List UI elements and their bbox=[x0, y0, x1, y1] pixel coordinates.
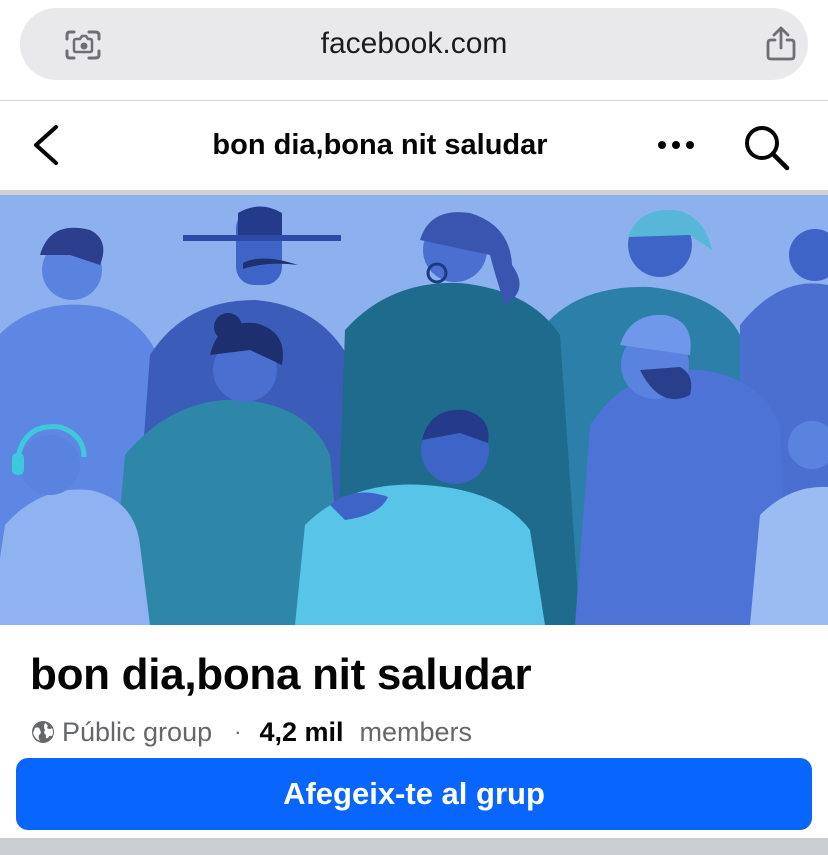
url-field[interactable]: facebook.com bbox=[20, 8, 808, 80]
browser-address-bar: facebook.com bbox=[0, 0, 828, 100]
members-label: members bbox=[359, 716, 473, 747]
share-icon[interactable] bbox=[762, 24, 800, 62]
section-divider bbox=[0, 838, 828, 855]
join-group-label: Afegeix-te al grup bbox=[283, 776, 545, 811]
header-title: bon dia,bona nit saludar bbox=[212, 129, 548, 161]
globe-icon bbox=[32, 721, 54, 743]
privacy-label: Públic group bbox=[62, 716, 213, 747]
search-icon[interactable] bbox=[740, 121, 794, 175]
chevron-left-icon[interactable] bbox=[24, 121, 68, 169]
member-count[interactable]: 4,2 mil bbox=[259, 717, 343, 748]
meta-separator: · bbox=[234, 719, 242, 744]
group-of-people-illustration bbox=[0, 195, 828, 625]
url-text: facebook.com bbox=[320, 27, 508, 60]
group-meta: Públic group · 4,2 mil members bbox=[30, 712, 472, 752]
join-group-button[interactable]: Afegeix-te al grup bbox=[16, 758, 812, 830]
group-cover-photo[interactable] bbox=[0, 195, 828, 625]
group-name: bon dia,bona nit saludar bbox=[30, 650, 532, 699]
more-dots-icon[interactable] bbox=[650, 129, 702, 161]
group-header: bon dia,bona nit saludar bbox=[0, 101, 828, 190]
